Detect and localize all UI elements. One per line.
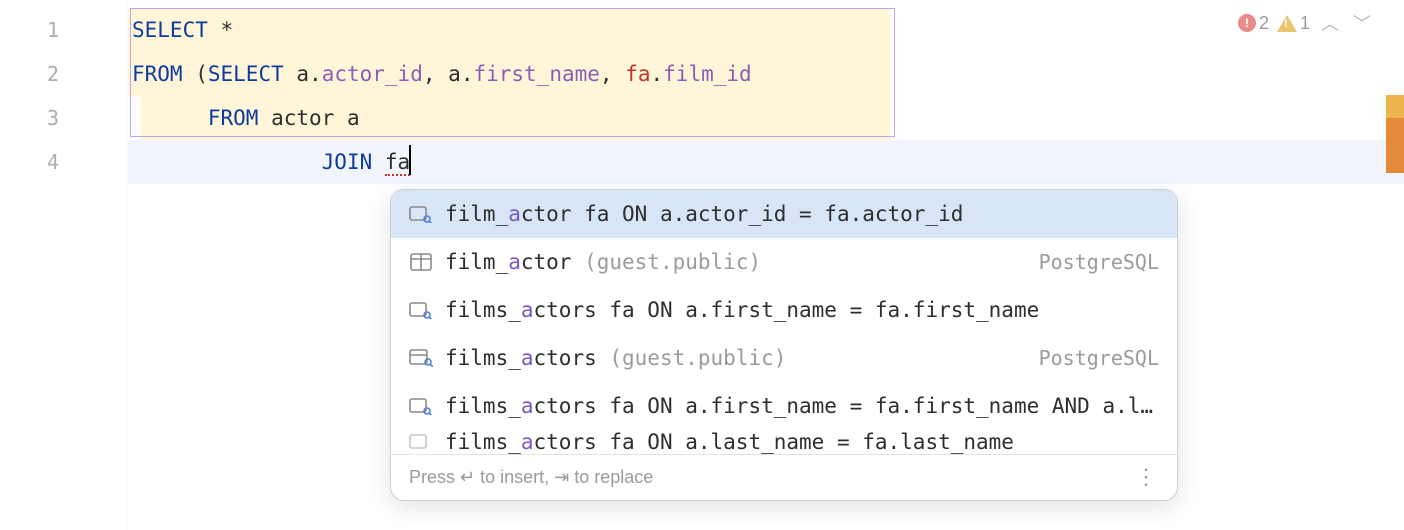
alias: a (296, 62, 309, 86)
error-badge[interactable]: ! 2 (1238, 13, 1269, 34)
completion-label: films_actors fa ON a.first_name = fa.fir… (445, 298, 1159, 322)
column: actor_id (322, 62, 423, 86)
completion-source: PostgreSQL (1027, 250, 1159, 274)
completion-label: film_actor (guest.public) (445, 250, 1015, 274)
code-line-active[interactable]: JOIN fa (128, 140, 1404, 184)
error-stripe[interactable] (1386, 0, 1404, 530)
next-highlight-button[interactable]: ﹀ (1350, 10, 1374, 36)
prev-highlight-button[interactable]: ︿ (1318, 10, 1342, 36)
completion-label: films_actors (guest.public) (445, 346, 1015, 370)
typed-text: fa (385, 150, 410, 176)
inspection-status[interactable]: ! 2 1 ︿ ﹀ (1238, 10, 1374, 36)
completion-label: films_actors fa ON a.first_name = fa.fir… (445, 394, 1159, 418)
alias-error: fa (625, 62, 650, 86)
completion-popup[interactable]: film_actor fa ON a.actor_id = fa.actor_i… (390, 189, 1178, 501)
table-ref: actor a (271, 106, 360, 130)
join-icon (409, 432, 433, 452)
completion-label: films_actors fa ON a.last_name = fa.last… (445, 430, 1159, 454)
table-icon (409, 252, 433, 272)
token: * (208, 18, 233, 42)
completion-item[interactable]: film_actor (guest.public) PostgreSQL (391, 238, 1177, 286)
join-icon (409, 204, 433, 224)
more-options-button[interactable]: ⋮ (1135, 473, 1159, 482)
completion-hint: Press ↵ to insert, ⇥ to replace (409, 467, 653, 488)
warning-badge[interactable]: 1 (1277, 13, 1310, 34)
stripe-error[interactable] (1386, 118, 1404, 173)
alias: a (448, 62, 461, 86)
keyword: SELECT (132, 18, 208, 42)
keyword: FROM (132, 62, 183, 86)
completion-item-cut[interactable]: films_actors fa ON a.last_name = fa.last… (391, 430, 1177, 454)
stripe-warning[interactable] (1386, 95, 1404, 118)
error-icon: ! (1238, 14, 1256, 32)
text-caret (409, 145, 411, 175)
table-search-icon (409, 348, 433, 368)
keyword: SELECT (208, 62, 284, 86)
warning-count: 1 (1300, 13, 1310, 34)
completion-source: PostgreSQL (1027, 346, 1159, 370)
join-icon (409, 300, 433, 320)
line-number: 1 (0, 8, 127, 52)
completion-item[interactable]: films_actors fa ON a.first_name = fa.fir… (391, 286, 1177, 334)
column: film_id (663, 62, 752, 86)
completion-item[interactable]: film_actor fa ON a.actor_id = fa.actor_i… (391, 190, 1177, 238)
line-number: 3 (0, 96, 127, 140)
gutter: 1 2 3 4 (0, 0, 128, 530)
code-line[interactable]: SELECT * (128, 8, 1404, 52)
keyword: JOIN (322, 150, 373, 174)
error-count: 2 (1259, 13, 1269, 34)
line-number: 4 (0, 140, 127, 184)
code-line[interactable]: FROM actor a (128, 96, 1404, 140)
warning-icon (1277, 15, 1297, 32)
column: first_name (473, 62, 599, 86)
completion-item[interactable]: films_actors fa ON a.first_name = fa.fir… (391, 382, 1177, 430)
code-line[interactable]: FROM (SELECT a.actor_id, a.first_name, f… (128, 52, 1404, 96)
keyword: FROM (208, 106, 259, 130)
line-number: 2 (0, 52, 127, 96)
completion-footer: Press ↵ to insert, ⇥ to replace ⋮ (391, 454, 1177, 500)
completion-label: film_actor fa ON a.actor_id = fa.actor_i… (445, 202, 1159, 226)
token: ( (183, 62, 208, 86)
completion-item[interactable]: films_actors (guest.public) PostgreSQL (391, 334, 1177, 382)
join-icon (409, 396, 433, 416)
